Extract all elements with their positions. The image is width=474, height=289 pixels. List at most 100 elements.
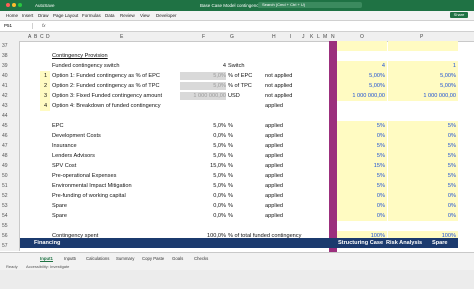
sheet-row[interactable]: 40 1 Option 1: Funded contingency as % of … [0, 71, 474, 81]
row-number[interactable]: 51 [0, 181, 20, 191]
sheet-tab-input5[interactable]: Input5 [64, 256, 76, 261]
row-number[interactable]: 44 [0, 111, 20, 121]
row-number[interactable]: 57 [0, 241, 20, 251]
sheet-tab-checks[interactable]: Checks [194, 256, 208, 261]
option-number[interactable]: 1 [44, 71, 47, 81]
col-header-h[interactable]: H [272, 34, 276, 40]
status-cell[interactable]: applied [265, 151, 283, 161]
scenario-p-cell[interactable]: 0% [388, 211, 456, 221]
sheet-tab-copy-paste[interactable]: Copy Paste [142, 256, 164, 261]
sheet-row[interactable]: 38 Contingency Provision [0, 51, 474, 61]
scenario-p-cell[interactable]: 5,00% [388, 71, 456, 81]
row-number[interactable]: 52 [0, 191, 20, 201]
col-header-o[interactable]: O [360, 34, 364, 40]
window-controls[interactable] [6, 3, 24, 8]
row-number[interactable]: 49 [0, 161, 20, 171]
value-cell[interactable]: 5,0% [174, 121, 226, 131]
label-cell[interactable]: Insurance [52, 141, 77, 151]
label-cell[interactable]: Environmental Impact Mitigation [52, 181, 132, 191]
label-cell[interactable]: EPC [52, 121, 64, 131]
value-cell[interactable]: 1 000 000,00 [174, 91, 226, 101]
sheet-row[interactable]: 45 EPC 5,0%% applied 5% 5% [0, 121, 474, 131]
scenario-o-cell[interactable]: 0% [337, 191, 385, 201]
col-header-a[interactable]: A [28, 34, 31, 40]
financing-row[interactable]: Financing Structuring Case Risk Analysis… [20, 238, 458, 248]
value-cell[interactable]: 4 [174, 61, 226, 71]
accessibility-status[interactable]: Accessibility: Investigate [26, 264, 69, 269]
scenario-o-cell[interactable]: 5% [337, 171, 385, 181]
scenario-o-cell[interactable]: 1 000 000,00 [337, 91, 385, 101]
sheet-tab-calculations[interactable]: Calculations [86, 256, 109, 261]
unit-cell[interactable]: % [228, 211, 233, 221]
scenario-o-cell[interactable] [337, 41, 385, 51]
status-cell[interactable]: not applied [265, 91, 292, 101]
tab-review[interactable]: Review [120, 13, 135, 18]
value-cell[interactable]: 5,0% [174, 141, 226, 151]
value-cell[interactable] [174, 41, 226, 51]
scenario-o-cell[interactable]: 4 [337, 61, 385, 71]
label-cell[interactable]: Spare [52, 201, 67, 211]
sheet-row[interactable]: 50 Pre-operational Expenses 5,0%% applied 5%… [0, 171, 474, 181]
label-cell[interactable]: SPV Cost [52, 161, 76, 171]
scenario-p-cell[interactable]: 0% [388, 131, 456, 141]
option-number[interactable]: 3 [44, 91, 47, 101]
col-header-k[interactable]: K [310, 34, 313, 40]
status-cell[interactable]: applied [265, 161, 283, 171]
row-number[interactable]: 39 [0, 61, 20, 71]
label-cell[interactable]: Pre-operational Expenses [52, 171, 116, 181]
share-button[interactable]: Share [450, 12, 468, 18]
row-number[interactable]: 46 [0, 131, 20, 141]
search-input[interactable]: Search (Cmd + Ctrl + U) [258, 2, 362, 8]
tab-page-layout[interactable]: Page Layout [53, 13, 78, 18]
sheet-tab-summary[interactable]: Summary [116, 256, 134, 261]
sheet-row[interactable]: 39 Funded contingency switch 4 Switch 4 1 [0, 61, 474, 71]
sheet-grid[interactable]: 37 38 Contingency Provision 39 Funded contin… [0, 41, 474, 252]
status-cell[interactable]: applied [265, 191, 283, 201]
option-number[interactable]: 2 [44, 81, 47, 91]
col-header-e[interactable]: E [120, 34, 123, 40]
scenario-o-cell[interactable]: 5,00% [337, 81, 385, 91]
row-number[interactable]: 42 [0, 91, 20, 101]
row-number[interactable]: 47 [0, 141, 20, 151]
row-number[interactable]: 50 [0, 171, 20, 181]
fx-icon[interactable]: fx [42, 23, 46, 28]
scenario-o-cell[interactable]: 15% [337, 161, 385, 171]
tab-home[interactable]: Home [6, 13, 18, 18]
row-number[interactable]: 55 [0, 221, 20, 231]
tab-formulas[interactable]: Formulas [82, 13, 101, 18]
sheet-row[interactable]: 44 [0, 111, 474, 121]
status-cell[interactable]: applied [265, 141, 283, 151]
scenario-p-cell[interactable]: 1 [388, 61, 456, 71]
scenario-p-cell[interactable]: 5% [388, 161, 456, 171]
scenario-p-cell[interactable]: 1 000 000,00 [388, 91, 456, 101]
scenario-p-cell[interactable]: 5% [388, 181, 456, 191]
value-cell[interactable]: 0,0% [174, 201, 226, 211]
col-header-n[interactable]: N [331, 34, 335, 40]
value-cell[interactable]: 5,0% [174, 171, 226, 181]
label-cell[interactable]: Option 1: Funded contingency as % of EPC [52, 71, 160, 81]
scenario-o-cell[interactable]: 5% [337, 181, 385, 191]
row-number[interactable]: 40 [0, 71, 20, 81]
autosave-toggle[interactable]: AutoSave [35, 3, 55, 8]
unit-cell[interactable]: % [228, 181, 233, 191]
scenario-p-cell[interactable]: 5% [388, 121, 456, 131]
label-cell[interactable]: Pre-funding of working capital [52, 191, 126, 201]
scenario-o-cell[interactable]: 5% [337, 151, 385, 161]
value-cell[interactable]: 5,0% [174, 81, 226, 91]
label-cell[interactable]: Funded contingency switch [52, 61, 119, 71]
option-number[interactable]: 4 [44, 101, 47, 111]
status-cell[interactable]: applied [265, 101, 283, 111]
scenario-p-cell[interactable]: 0% [388, 191, 456, 201]
status-cell[interactable]: applied [265, 131, 283, 141]
row-number[interactable]: 45 [0, 121, 20, 131]
sheet-row[interactable]: 46 Development Costs 0,0%% applied 0% 0% [0, 131, 474, 141]
tab-draw[interactable]: Draw [38, 13, 49, 18]
status-cell[interactable]: not applied [265, 71, 292, 81]
unit-cell[interactable]: Switch [228, 61, 244, 71]
scenario-o-cell[interactable]: 0% [337, 211, 385, 221]
sheet-row[interactable]: 49 SPV Cost 15,0%% applied 15% 5% [0, 161, 474, 171]
scenario-p-cell[interactable]: 5% [388, 151, 456, 161]
value-cell[interactable]: 5,0% [174, 151, 226, 161]
scenario-o-cell[interactable]: 5% [337, 121, 385, 131]
sheet-row[interactable]: 55 [0, 221, 474, 231]
